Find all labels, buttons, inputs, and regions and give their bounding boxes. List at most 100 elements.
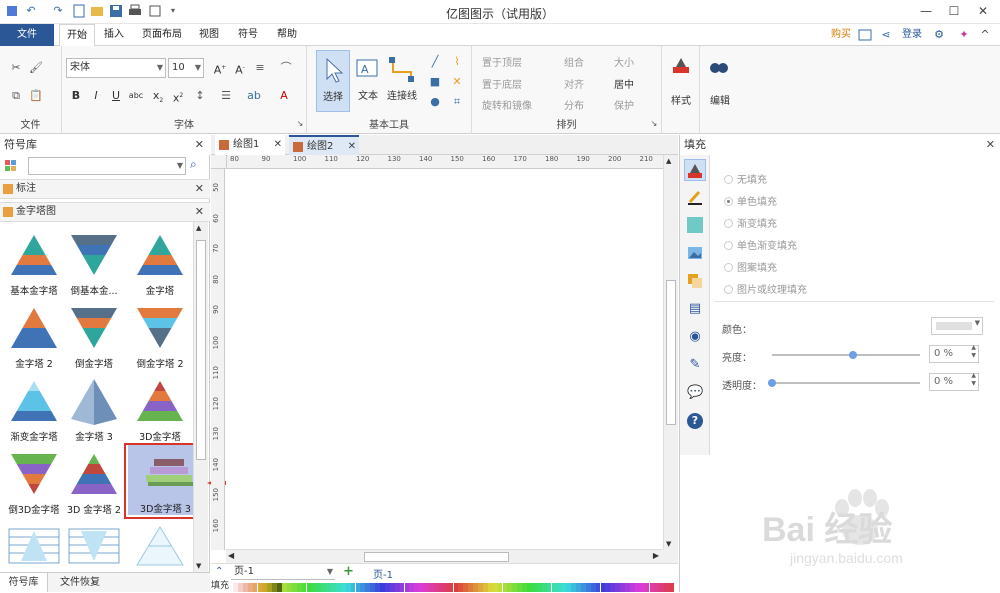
shape-tile[interactable]: 渐变金字塔 [3,375,65,447]
transparency-input[interactable]: 0 % ▲ ▼ [929,372,979,391]
group-button[interactable]: 组合 [564,54,584,69]
canvas-horizontal-scrollbar[interactable]: ◀ ▶ [226,549,663,563]
color-palette[interactable]: 填充 [211,581,678,592]
rectangle-shape-icon[interactable]: ■ [427,74,443,90]
italic-button[interactable]: I [88,88,104,104]
grow-font-icon[interactable]: A+ [212,60,228,77]
tab-symbol[interactable]: 符号 [232,24,264,46]
cross-connector-icon[interactable]: ✕ [449,74,465,90]
settings-gear-icon[interactable]: ⚙ [932,28,946,42]
close-icon[interactable]: ✕ [348,137,356,157]
line-spacing-icon[interactable]: ↕ [192,88,208,104]
edit-button[interactable]: 编辑 [700,92,740,107]
section-callout[interactable]: 标注 ✕ [0,179,210,199]
close-icon[interactable]: ✕ [274,135,282,155]
doc-tab-1[interactable]: 绘图1 ✕ [215,135,285,155]
transparency-slider-knob[interactable] [768,379,776,387]
select-tool-button[interactable]: 选择 [316,50,350,112]
format-painter-icon[interactable]: 🖌 [28,60,44,76]
scroll-right-arrow-icon[interactable]: ▶ [653,551,659,560]
align-button[interactable]: 对齐 [564,76,584,91]
canvas-vertical-scrollbar[interactable]: ▲ ▼ [663,155,678,550]
vertical-ruler[interactable]: 50 60 70 80 90 100 110 120 130 140 150 160 [211,169,225,550]
buy-link[interactable]: 购买 [826,24,856,46]
scroll-down-arrow-icon[interactable]: ▼ [196,562,201,570]
page-select[interactable]: 页-1 ▼ [231,565,335,580]
minimize-button[interactable]: — [915,2,937,20]
pages-up-icon[interactable]: ⌃ [215,566,223,577]
scroll-thumb[interactable] [666,280,676,425]
copy-icon[interactable]: ⧉ [8,88,24,104]
close-window-button[interactable]: ✕ [972,2,994,20]
highlight-color-icon[interactable]: ab [246,88,262,104]
strikethrough-button[interactable]: abc [128,88,144,104]
text-tool-button[interactable]: A 文本 [353,50,383,112]
share-icon[interactable]: ⋖ [879,28,893,42]
shape-scrollbar[interactable]: ▲ ▼ [193,222,208,572]
shape-tile[interactable]: 倒金字塔 [63,302,125,374]
font-dialog-launcher-icon[interactable]: ↘ [292,116,308,132]
binoculars-icon[interactable] [708,54,730,76]
shape-tile[interactable]: 金字塔 3 [63,375,125,447]
maximize-button[interactable]: ☐ [943,2,965,20]
color-swatch[interactable] [669,583,674,592]
fill-option-pattern[interactable]: 图案填充 [724,259,777,274]
collapse-ribbon-icon[interactable]: ^ [978,28,992,42]
transparency-slider[interactable] [772,382,920,384]
scroll-thumb[interactable] [196,240,206,460]
comment-icon[interactable]: 💬 [687,385,703,401]
protect-button[interactable]: 保护 [614,97,634,112]
help-icon[interactable]: ? [687,413,703,429]
font-color-icon[interactable]: A [276,88,292,104]
shape-tile[interactable]: 3D 金字塔 2 [63,448,125,520]
brightness-slider-knob[interactable] [849,351,858,359]
library-menu-icon[interactable] [3,157,25,175]
shape-tile[interactable]: 倒金字塔 2 [129,302,191,374]
hyperlink-icon[interactable]: ◉ [687,329,703,345]
theme-icon[interactable]: ✦ [957,28,971,42]
tab-help[interactable]: 帮助 [271,24,303,46]
shape-tile[interactable]: 金字塔 2 [3,302,65,374]
style-button[interactable]: 样式 [662,92,700,107]
doc-tab-2[interactable]: 绘图2 ✕ [289,135,359,155]
horizontal-ruler[interactable]: 80 90 100 110 120 130 140 150 160 170 180 190 200 210 [227,155,663,169]
line-style-icon[interactable]: ⌒ [278,60,294,76]
tab-symbol-library[interactable]: 符号库 [0,573,48,592]
fill-paint-icon[interactable] [684,159,706,181]
scroll-left-arrow-icon[interactable]: ◀ [228,551,234,560]
fill-option-gradient[interactable]: 渐变填充 [724,215,777,230]
arrange-dialog-launcher-icon[interactable]: ↘ [646,116,662,132]
distribute-button[interactable]: 分布 [564,97,584,112]
tab-insert[interactable]: 插入 [98,24,130,46]
shape-tile[interactable]: 3D金字塔 [129,375,191,447]
bold-button[interactable]: B [68,88,84,104]
shape-tile[interactable]: 倒3D金字塔 [3,448,65,520]
color-swatches[interactable] [233,583,678,592]
scroll-up-arrow-icon[interactable]: ▲ [196,224,201,232]
brightness-slider[interactable] [772,354,920,356]
size-button[interactable]: 大小 [614,54,634,69]
font-size-select[interactable]: 10 ▼ [168,58,204,78]
underline-button[interactable]: U [108,88,124,104]
page-properties-icon[interactable]: ▤ [687,301,703,317]
shadow-icon[interactable] [687,217,703,233]
line-pen-icon[interactable] [687,189,703,205]
close-icon[interactable]: ✕ [195,180,204,198]
tab-home[interactable]: 开始 [59,24,95,47]
drawing-canvas[interactable] [226,169,663,549]
crop-icon[interactable]: ⌗ [449,94,465,110]
shape-tile[interactable]: 金字塔 [129,229,191,301]
fill-option-solid[interactable]: 单色填充 [724,193,777,208]
scroll-thumb[interactable] [364,552,509,562]
image-icon[interactable] [687,245,703,261]
bullet-list-icon[interactable]: ☰ [218,88,234,104]
line-shape-icon[interactable]: ╱ [427,54,443,70]
tab-page-layout[interactable]: 页面布局 [138,24,186,46]
subscript-button[interactable]: x2 [150,88,166,104]
tab-view[interactable]: 视图 [193,24,225,46]
bring-to-front-button[interactable]: 置于顶层 [482,54,522,69]
cut-icon[interactable]: ✂ [8,60,24,76]
color-picker-button[interactable]: ▼ [931,317,983,335]
superscript-button[interactable]: x2 [170,88,186,105]
shape-tile[interactable]: 基本金字塔 [3,229,65,301]
